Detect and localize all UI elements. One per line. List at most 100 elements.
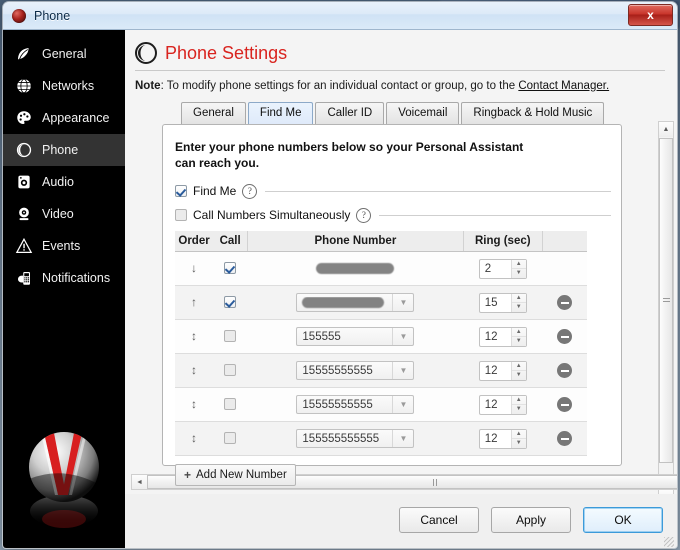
arrow-up-down-icon: ↕ [191,397,198,411]
resize-grip-icon[interactable] [664,537,674,547]
ring-seconds-value[interactable]: 15 [480,294,511,312]
stepper-down-icon[interactable]: ▼ [512,405,526,414]
remove-number-icon[interactable] [557,329,573,345]
order-arrow-up-down-icon[interactable]: ↕ [175,353,214,388]
add-new-number-button[interactable]: + Add New Number [175,464,296,486]
remove-number-icon[interactable] [557,295,573,311]
stepper-down-icon[interactable]: ▼ [512,439,526,448]
chevron-down-icon[interactable]: ▼ [392,328,413,345]
stepper-up-icon[interactable]: ▲ [511,396,526,405]
ring-seconds-stepper[interactable]: 12 ▲ ▼ [478,360,527,381]
chevron-down-icon[interactable]: ▼ [392,362,413,379]
order-arrow-down-icon[interactable]: ↓ [175,251,214,286]
remove-number-icon[interactable] [557,431,573,447]
call-checkbox[interactable] [224,364,237,377]
call-simultaneously-help-icon[interactable]: ? [356,207,372,223]
order-arrow-up-icon[interactable]: ↑ [175,285,214,320]
header-phone-number: Phone Number [247,231,464,252]
stepper-up-icon[interactable]: ▲ [511,294,526,303]
chevron-down-icon[interactable]: ▼ [392,430,413,447]
ring-seconds-stepper[interactable]: 12 ▲ ▼ [478,428,527,449]
table-row[interactable]: ↓ 2 ▲ ▼ [175,251,587,286]
call-simultaneously-rule [379,214,611,216]
tab-general[interactable]: General [181,102,246,124]
ring-seconds-value[interactable]: 12 [480,396,511,414]
call-checkbox[interactable] [224,262,237,275]
ring-seconds-value[interactable]: 12 [480,430,511,448]
call-checkbox[interactable] [224,296,237,309]
phone-numbers-table-head: Order Call Phone Number Ring (sec) [175,231,587,252]
vertical-scrollbar[interactable]: ▲ ▼ [658,121,674,506]
sidebar-item-video[interactable]: Video [3,198,125,230]
phone-number-combobox[interactable]: 15555555555 ▼ [296,361,415,380]
stepper-buttons: ▲ ▼ [510,361,526,380]
ok-button[interactable]: OK [583,507,663,533]
order-arrow-up-down-icon[interactable]: ↕ [175,421,214,456]
contact-manager-link[interactable]: Contact Manager. [518,80,609,92]
remove-number-icon[interactable] [557,363,573,379]
tab-find-me[interactable]: Find Me [247,102,314,124]
tab-caller-id[interactable]: Caller ID [315,102,385,124]
stepper-down-icon[interactable]: ▼ [512,269,526,278]
ring-seconds-stepper[interactable]: 12 ▲ ▼ [478,326,527,347]
sidebar-item-events[interactable]: Events [3,230,125,262]
call-checkbox[interactable] [224,330,237,343]
call-checkbox[interactable] [224,398,237,411]
sidebar-item-networks[interactable]: Networks [3,70,125,102]
stepper-down-icon[interactable]: ▼ [512,371,526,380]
phone-number-cell: 155555555555 ▼ [247,421,464,456]
stepper-up-icon[interactable]: ▲ [511,430,526,439]
scroll-up-icon[interactable]: ▲ [659,122,673,137]
chevron-down-icon[interactable]: ▼ [392,294,413,311]
table-row[interactable]: ↕ 155555 ▼ 12 ▲ ▼ [175,319,587,354]
ring-seconds-stepper[interactable]: 2 ▲ ▼ [478,258,527,279]
stepper-down-icon[interactable]: ▼ [512,303,526,312]
phone-number-combobox[interactable]: 15555555555 ▼ [296,395,415,414]
ring-seconds-stepper[interactable]: 12 ▲ ▼ [478,394,527,415]
call-checkbox-cell [213,285,248,320]
close-icon[interactable]: x [628,4,673,26]
sidebar-item-general[interactable]: General [3,38,125,70]
table-row[interactable]: ↑ ▼ 15 ▲ ▼ [175,285,587,320]
apply-button[interactable]: Apply [491,507,571,533]
vertical-scrollbar-thumb[interactable] [659,138,673,463]
table-row[interactable]: ↕ 15555555555 ▼ 12 ▲ ▼ [175,387,587,422]
ring-seconds-stepper[interactable]: 15 ▲ ▼ [478,292,527,313]
phone-settings-window: Phone x General Networks Appearance Phone Au… [3,2,677,548]
stepper-up-icon[interactable]: ▲ [511,362,526,371]
page-title: Phone Settings [165,42,288,63]
table-row[interactable]: ↕ 155555555555 ▼ 12 ▲ ▼ [175,421,587,456]
order-arrow-up-down-icon[interactable]: ↕ [175,319,214,354]
remove-number-icon[interactable] [557,397,573,413]
tab-voicemail[interactable]: Voicemail [386,102,460,124]
phone-number-combobox[interactable]: ▼ [296,293,415,312]
phone-number-combobox[interactable]: 155555 ▼ [296,327,415,346]
arrow-up-down-icon: ↕ [191,329,198,343]
sidebar-item-appearance[interactable]: Appearance [3,102,125,134]
ring-seconds-value[interactable]: 12 [480,328,511,346]
call-checkbox[interactable] [224,432,237,445]
cancel-button[interactable]: Cancel [399,507,479,533]
sidebar-item-phone[interactable]: Phone [3,134,125,166]
find-me-checkbox[interactable] [175,185,187,197]
scroll-left-icon[interactable]: ◄ [132,475,147,489]
stepper-buttons: ▲ ▼ [510,259,526,278]
stepper-up-icon[interactable]: ▲ [511,328,526,337]
table-row[interactable]: ↕ 15555555555 ▼ 12 ▲ ▼ [175,353,587,388]
ring-seconds-value[interactable]: 2 [480,260,511,278]
order-arrow-up-down-icon[interactable]: ↕ [175,387,214,422]
call-simultaneously-checkbox[interactable] [175,209,187,221]
stepper-up-icon[interactable]: ▲ [511,260,526,269]
chevron-down-icon[interactable]: ▼ [392,396,413,413]
find-me-help-icon[interactable]: ? [242,183,258,199]
ring-seconds-value[interactable]: 12 [480,362,511,380]
stepper-down-icon[interactable]: ▼ [512,337,526,346]
delete-row-cell [542,421,587,456]
sidebar-item-notifications[interactable]: Notifications [3,262,125,294]
sidebar-item-audio[interactable]: Audio [3,166,125,198]
tab-ringback-hold-music[interactable]: Ringback & Hold Music [461,102,605,124]
phone-number-combobox[interactable]: 155555555555 ▼ [296,429,415,448]
phone-numbers-table-body: ↓ 2 ▲ ▼ ↑ ▼ 15 ▲ ▼ ↕ 155555 ▼ 12 ▲ ▼ ↕ 15555555555 ▼ 12 ▲ ▼ ↕… [175,251,587,456]
stepper-buttons: ▲ ▼ [510,395,526,414]
screenshot-root: Phone x General Networks Appearance Phone Au… [0,0,680,550]
